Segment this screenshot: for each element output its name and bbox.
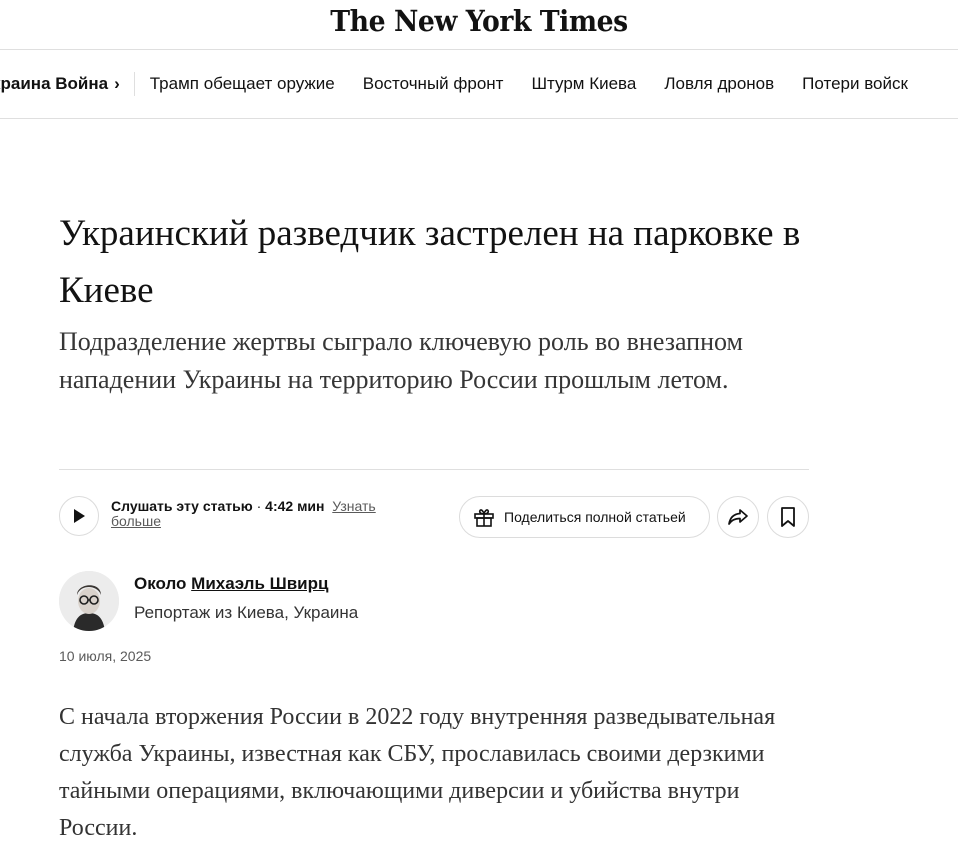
play-audio-button[interactable] (59, 496, 99, 536)
masthead: The New York Times (0, 0, 958, 50)
byline: Около Михаэль Швирц (134, 574, 328, 594)
nav-strip: краина Война › Трамп обещает оружие Вост… (0, 50, 936, 118)
article-headline: Украинский разведчик застрелен на парков… (59, 213, 801, 311)
article-summary: Подразделение жертвы сыграло ключевую ро… (59, 327, 743, 394)
share-arrow-icon (728, 509, 748, 525)
share-full-article-button[interactable]: Поделиться полной статьей (459, 496, 710, 538)
nav-item-drone-catching[interactable]: Ловля дронов (664, 74, 774, 94)
nav-item-kyiv-assault[interactable]: Штурм Киева (531, 74, 636, 94)
play-icon (74, 509, 85, 523)
save-bookmark-button[interactable] (767, 496, 809, 538)
audio-separator: · (252, 498, 266, 514)
byline-prefix: Около (134, 574, 187, 593)
author-link[interactable]: Михаэль Швирц (191, 574, 328, 593)
share-button[interactable] (717, 496, 759, 538)
gift-icon (472, 505, 496, 529)
divider (59, 469, 809, 470)
audio-duration: 4:42 мин (265, 498, 325, 514)
audio-info: Слушать эту статью · 4:42 мин Узнать бол… (111, 499, 411, 529)
nav-item-trump-weapons[interactable]: Трамп обещает оружие (150, 74, 335, 94)
dateline: Репортаж из Киева, Украина (134, 603, 359, 622)
nav-main-topic[interactable]: краина Война (0, 74, 108, 94)
nav-item-troop-losses[interactable]: Потери войск (802, 74, 908, 94)
bookmark-icon (781, 507, 795, 527)
section-nav: краина Война › Трамп обещает оружие Вост… (0, 50, 958, 119)
listen-label: Слушать эту статью (111, 498, 253, 514)
publish-date: 10 июля, 2025 (59, 648, 152, 664)
nav-item-eastern-front[interactable]: Восточный фронт (363, 74, 504, 94)
share-label: Поделиться полной статьей (504, 509, 686, 525)
chevron-right-icon: › (114, 74, 120, 93)
nyt-logo[interactable]: The New York Times (38, 4, 919, 38)
author-avatar[interactable] (59, 571, 119, 631)
nav-divider (133, 72, 135, 96)
article-body-paragraph: С начала вторжения России в 2022 году вн… (59, 704, 776, 841)
